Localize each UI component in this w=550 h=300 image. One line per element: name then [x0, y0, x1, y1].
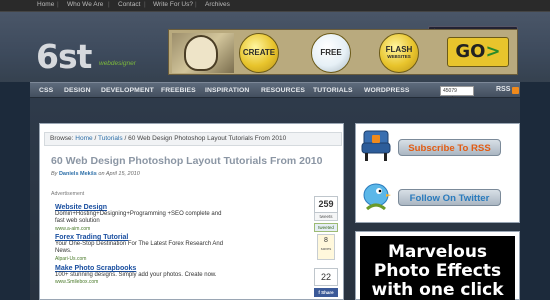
arrow-right-icon: > — [485, 41, 501, 62]
readers-count-badge: 45079 readers — [440, 86, 474, 102]
nav-rss-link[interactable]: RSS — [496, 86, 510, 93]
ad-url[interactable]: Alpari-Us.com — [55, 256, 230, 262]
nav-inspiration[interactable]: INSPIRATION — [205, 87, 249, 94]
top-navigation: Home | Who We Are | Contact | Write For … — [0, 0, 550, 12]
site-logo[interactable]: 6st webdesigner — [36, 37, 156, 77]
delicious-count: 8 — [324, 237, 328, 244]
topnav-who-we-are-link[interactable]: Who We Are — [67, 1, 103, 8]
ad-description: Your One-Stop Destination For The Latest… — [55, 241, 224, 255]
follow-twitter-button[interactable]: Follow On Twitter — [398, 189, 501, 206]
rss-icon[interactable] — [512, 87, 519, 94]
tweet-count: 259 — [314, 196, 338, 213]
ad-title-link[interactable]: Make Photo Scrapbooks — [55, 265, 230, 272]
byline-prefix: By — [51, 171, 58, 177]
sidebar-promo-ad[interactable]: Marvelous Photo Effects with one click — [355, 231, 520, 300]
facebook-share-widget: 22 f Share — [314, 268, 338, 297]
delicious-counter[interactable]: 8 saves — [317, 234, 335, 260]
breadcrumb-prefix: Browse: — [50, 135, 74, 142]
separator: | — [144, 1, 146, 8]
ad-url[interactable]: www.a-aim.com — [55, 226, 230, 232]
tweetmeme-widget: 259 tweets tweeted — [314, 196, 338, 232]
promo-banner[interactable]: Marvelous Photo Effects with one click — [360, 236, 515, 300]
twitter-follow-row: Follow On Twitter — [360, 176, 510, 218]
page-title[interactable]: 60 Web Design Photoshop Layout Tutorials… — [51, 155, 323, 167]
logo-wordmark: 6st — [36, 37, 92, 76]
nav-css[interactable]: CSS — [39, 87, 53, 94]
author-link[interactable]: Daniels Mekšs — [59, 171, 97, 177]
topnav-contact-link[interactable]: Contact — [118, 1, 140, 8]
rss-chair-icon — [361, 130, 391, 161]
badge-create: CREATE — [239, 33, 279, 73]
badge-label: CREATE — [242, 48, 276, 57]
promo-line: Marvelous — [387, 242, 488, 262]
article-card: Browse: Home / Tutorials / 60 Web Design… — [39, 123, 344, 300]
badge-label: FREE — [320, 48, 342, 57]
banner-go-button[interactable]: GO> — [447, 37, 509, 67]
ad-title-link[interactable]: Forex Trading Tutorial — [55, 234, 230, 241]
delicious-widget: 8 saves — [317, 234, 335, 260]
badge-flash-websites: FLASH WEBSITES — [379, 33, 419, 73]
text-ad[interactable]: Make Photo Scrapbooks 100+ stunning desi… — [55, 265, 230, 285]
badge-free: FREE — [311, 33, 351, 73]
facebook-share-button[interactable]: f Share — [314, 288, 338, 297]
breadcrumb-tutorials-link[interactable]: Tutorials — [98, 135, 123, 142]
nav-freebies[interactable]: FREEBIES — [161, 87, 196, 94]
separator: | — [108, 1, 110, 8]
banner-vintage-photo — [172, 33, 234, 73]
nav-development[interactable]: DEVELOPMENT — [101, 87, 154, 94]
topnav-write-for-us-link[interactable]: Write For Us? — [153, 1, 193, 8]
badge-sublabel: WEBSITES — [387, 54, 411, 60]
header-banner-ad[interactable]: CREATE FREE FLASH WEBSITES GO> — [168, 29, 518, 75]
nav-design[interactable]: DESIGN — [64, 87, 91, 94]
ad-description: Domin+Hosting+Designing+Programming +SEO… — [55, 211, 222, 225]
ad-description: 100+ stunning designs. Simply add your p… — [55, 272, 217, 278]
facebook-share-count: 22 — [314, 268, 338, 286]
topnav-archives-link[interactable]: Archives — [205, 1, 230, 8]
ad-title-link[interactable]: Website Design — [55, 204, 230, 211]
text-ad[interactable]: Forex Trading Tutorial Your One-Stop Des… — [55, 234, 230, 262]
nav-wordpress[interactable]: WORDPRESS — [364, 87, 409, 94]
promo-line: Photo Effects — [373, 261, 502, 281]
breadcrumb-current: 60 Web Design Photoshop Layout Tutorials… — [128, 135, 287, 142]
logo-subtitle: webdesigner — [99, 60, 136, 67]
topnav-home-link[interactable]: Home — [37, 1, 54, 8]
delicious-label: saves — [320, 246, 332, 251]
breadcrumb-separator: / — [94, 135, 97, 142]
nav-resources[interactable]: RESOURCES — [261, 87, 305, 94]
breadcrumb-separator: / — [124, 135, 127, 142]
text-ad[interactable]: Website Design Domin+Hosting+Designing+P… — [55, 204, 230, 232]
go-label: GO — [455, 41, 486, 62]
breadcrumb: Browse: Home / Tutorials / 60 Web Design… — [44, 132, 342, 146]
subscribe-rss-button[interactable]: Subscribe To RSS — [398, 139, 501, 156]
publish-date: on April 15, 2010 — [98, 171, 140, 177]
ad-url[interactable]: www.Smilebox.com — [55, 279, 230, 285]
retweet-button[interactable]: tweeted — [314, 223, 338, 232]
promo-line: with one click — [371, 280, 504, 300]
main-navigation: CSS DESIGN DEVELOPMENT FREEBIES INSPIRAT… — [30, 82, 520, 102]
subscribe-panel: Subscribe To RSS Follow On Twitter — [355, 123, 520, 223]
separator: | — [195, 1, 197, 8]
twitter-bird-icon — [363, 183, 391, 211]
advertisement-label: Advertisement — [51, 191, 85, 197]
separator: | — [57, 1, 59, 8]
article-byline: By Daniels Mekšs on April 15, 2010 — [51, 171, 140, 177]
breadcrumb-home-link[interactable]: Home — [75, 135, 92, 142]
badge-label: FLASH — [385, 45, 413, 55]
nav-tutorials[interactable]: TUTORIALS — [313, 87, 353, 94]
rss-subscribe-row: Subscribe To RSS — [360, 126, 510, 168]
tweet-count-label: tweets — [314, 213, 338, 221]
portrait-illustration — [184, 35, 218, 71]
